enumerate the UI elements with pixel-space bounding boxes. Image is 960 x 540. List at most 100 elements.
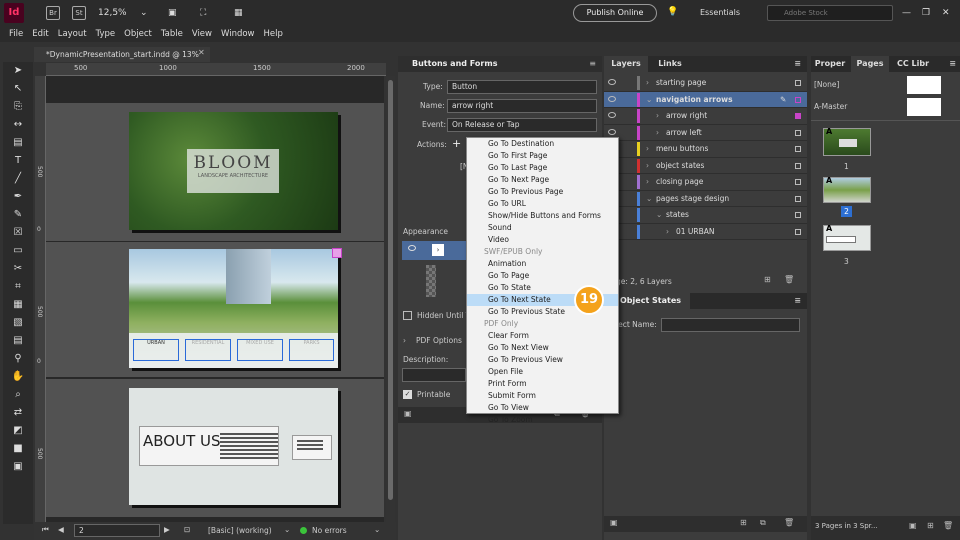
none-master[interactable]: [None] [814,78,839,92]
pdf-options-label[interactable]: PDF Options [416,334,462,348]
layer-row[interactable]: › object states [604,158,807,174]
free-transform-tool-icon[interactable]: ⌗ [3,278,33,296]
menu-layout[interactable]: Layout [58,27,87,41]
close-button[interactable]: ✕ [942,6,950,20]
tab-properties[interactable]: Proper [811,56,849,72]
object-states-title[interactable]: Object States [618,293,690,309]
rectangle-frame-tool-icon[interactable]: ☒ [3,224,33,242]
layer-row[interactable]: ⌄ pages stage design [604,191,807,207]
edit-page-size-icon[interactable]: ▣ [909,521,917,530]
menu-help[interactable]: Help [264,27,283,41]
gradient-feather-icon[interactable]: ▧ [3,314,33,332]
none-master-thumb[interactable] [907,76,941,94]
panel-menu-icon[interactable]: ≡ [589,59,596,68]
appearance-rollover-thumb[interactable] [426,265,436,297]
document-tab[interactable]: *DynamicPresentation_start.indd @ 13% [34,47,210,62]
tab-pages[interactable]: Pages [851,56,889,72]
type-tool-icon[interactable]: T [3,152,33,170]
menu-file[interactable]: File [9,27,23,41]
a-master-thumb[interactable] [907,98,941,116]
layer-select-square[interactable] [795,146,801,152]
action-menu-item[interactable]: Submit Form [467,390,618,402]
action-menu-item[interactable]: Go To Next Page [467,174,618,186]
layer-select-square[interactable] [795,113,801,119]
screen-mode-icon[interactable]: ⛶ [200,6,206,20]
publish-online-button[interactable]: Publish Online [573,4,657,22]
note-tool-icon[interactable]: ▤ [3,332,33,350]
appearance-normal-row[interactable]: › [402,241,466,260]
delete-state-icon[interactable]: 🗑 [784,518,794,527]
arrow-right-selection[interactable] [332,248,342,258]
action-menu-item[interactable]: Show/Hide Buttons and Forms [467,210,618,222]
action-menu-item[interactable]: Go To View [467,402,618,414]
layer-row[interactable]: › arrow right [604,108,807,125]
content-collector-icon[interactable]: ▤ [3,134,33,152]
restore-button[interactable]: ❐ [922,6,930,20]
bridge-button[interactable]: Br [46,6,60,20]
layer-expand-chevron-icon[interactable]: ⌄ [646,191,652,207]
layers-menu-icon[interactable]: ≡ [794,56,801,72]
minimize-button[interactable]: — [902,6,911,20]
action-menu-item[interactable]: Open File [467,366,618,378]
line-tool-icon[interactable]: ╱ [3,170,33,188]
zoom-dropdown-icon[interactable]: ⌄ [140,6,148,20]
action-menu-item[interactable]: Go To First Page [467,150,618,162]
page-number-field[interactable]: 2 [74,524,160,537]
rectangle-tool-icon[interactable]: ▭ [3,242,33,260]
action-menu-item[interactable]: Animation [467,258,618,270]
new-layer-icon[interactable]: ⊞ [764,275,771,284]
menu-type[interactable]: Type [96,27,116,41]
prev-page-icon[interactable]: ◀ [58,525,64,534]
pages-menu-icon[interactable]: ≡ [949,56,956,72]
layer-row[interactable]: ⌄ states [604,207,807,224]
tab-links[interactable]: Links [648,56,692,72]
action-menu-item[interactable]: Go To Previous Page [467,186,618,198]
errors-dropdown-icon[interactable]: ⌄ [374,525,380,534]
mode-label[interactable]: [Basic] (working) [208,526,272,535]
swap-fill-stroke-icon[interactable]: ⇄ [3,404,33,422]
layer-select-square[interactable] [795,179,801,185]
slide-about[interactable]: ABOUT US [129,388,338,505]
action-menu-item[interactable]: Go To URL [467,198,618,210]
printable-checkbox[interactable]: ✓ [403,390,412,399]
mode-dropdown-icon[interactable]: ⌄ [284,525,290,534]
page-thumb-2[interactable]: A [823,176,871,203]
pdf-options-chevron-icon[interactable]: › [403,334,406,348]
menu-window[interactable]: Window [221,27,255,41]
object-states-menu-icon[interactable]: ≡ [794,293,801,309]
tab-cc-libraries[interactable]: CC Libr [891,56,935,72]
direct-selection-tool-icon[interactable]: ↖ [3,80,33,98]
fill-stroke-icon[interactable]: ◩ [3,422,33,440]
arrange-documents-icon[interactable]: ▦ [234,6,243,20]
action-menu-item[interactable]: Go To Previous View [467,354,618,366]
view-options-icon[interactable]: ▣ [168,6,177,20]
layer-expand-chevron-icon[interactable]: › [646,75,649,91]
menu-object[interactable]: Object [124,27,152,41]
a-master[interactable]: A-Master [814,100,847,114]
action-menu-item[interactable]: Go To Destination [467,138,618,150]
hand-tool-icon[interactable]: ✋ [3,368,33,386]
open-page-icon[interactable]: ⊡ [184,525,190,534]
layer-expand-chevron-icon[interactable]: › [666,224,669,240]
object-name-field[interactable] [661,318,800,332]
next-page-icon[interactable]: ▶ [164,525,170,534]
slide-garden[interactable]: URBAN RESIDENTIAL MIXED USE PARKS [129,248,342,368]
layer-select-square[interactable] [795,129,801,136]
event-select[interactable]: On Release or Tap [447,118,597,132]
page-tool-icon[interactable]: ⎘ [3,98,33,116]
delete-page-icon[interactable]: 🗑 [943,521,953,530]
layer-row[interactable]: › menu buttons [604,141,807,158]
page-thumb-3[interactable]: A [823,224,871,251]
layer-select-square[interactable] [795,212,801,218]
layer-expand-chevron-icon[interactable]: › [656,108,659,124]
layer-row[interactable]: ⌄ navigation arrows ✎ [604,91,807,108]
close-tab-icon[interactable]: ✕ [198,48,205,57]
stock-button[interactable]: St [72,6,86,20]
workspace-switcher[interactable]: Essentials [700,6,740,20]
pencil-tool-icon[interactable]: ✎ [3,206,33,224]
action-menu-item[interactable]: Print Form [467,378,618,390]
residential-button[interactable]: RESIDENTIAL [185,339,231,361]
parks-button[interactable]: PARKS [289,339,334,361]
screen-mode-tool-icon[interactable]: ▣ [3,458,33,476]
layer-expand-chevron-icon[interactable]: › [646,141,649,157]
